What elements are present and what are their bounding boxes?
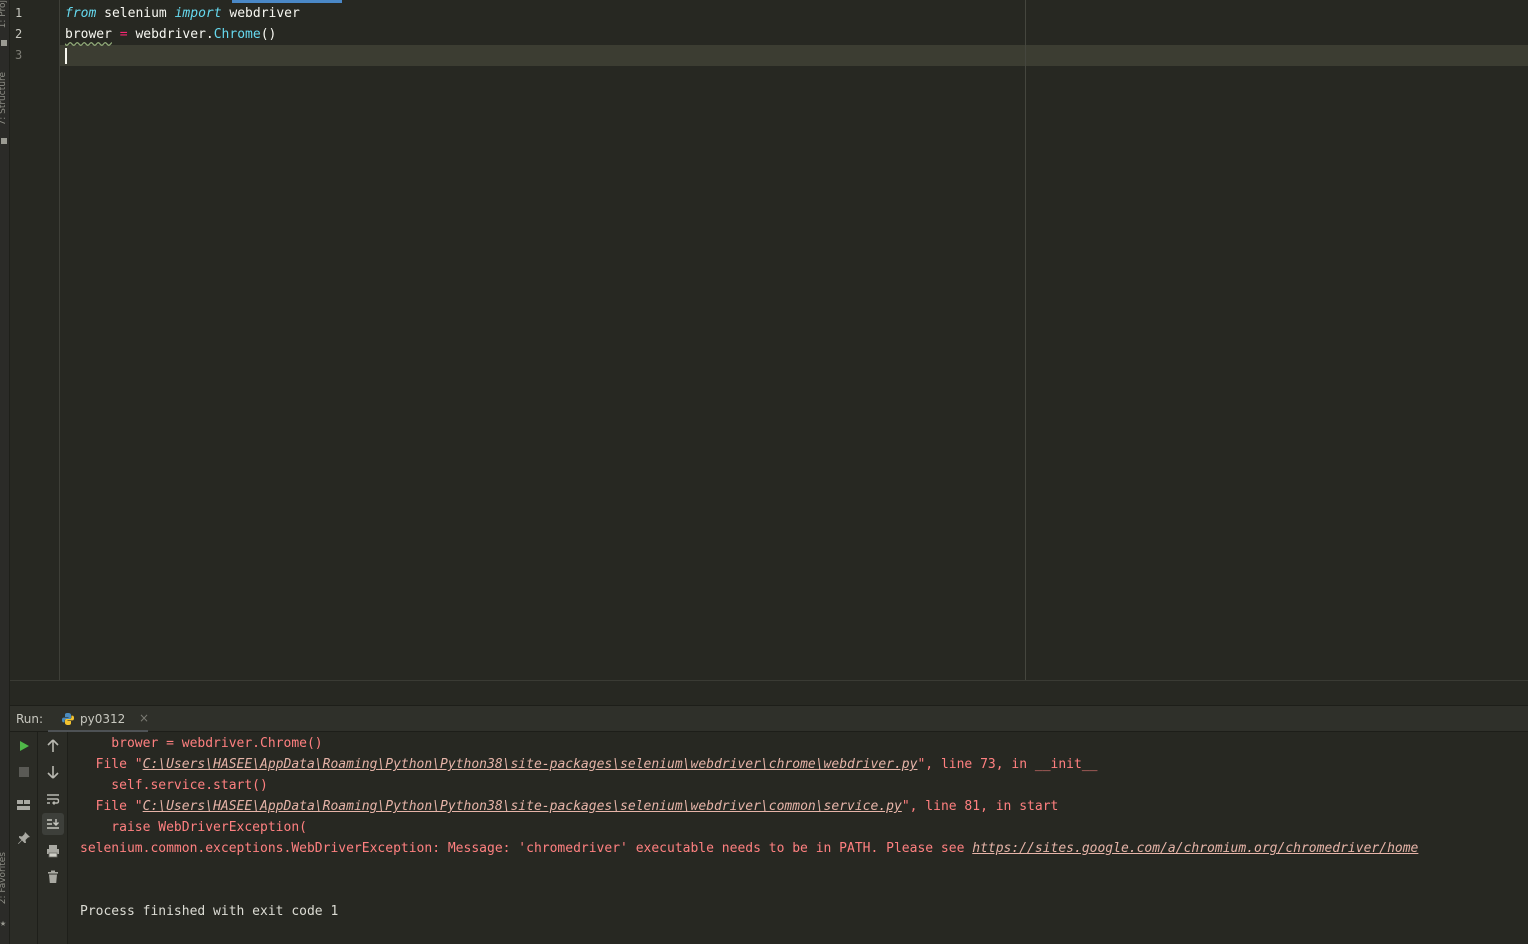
keyword-import: import	[174, 6, 222, 21]
current-line-highlight	[60, 45, 1528, 66]
module-name: selenium	[104, 6, 167, 21]
print-icon[interactable]	[42, 840, 64, 862]
right-margin-guide	[1025, 0, 1026, 680]
favorites-star-icon[interactable]: ★	[0, 918, 6, 929]
code-line-1[interactable]: from selenium import webdriver	[65, 3, 300, 24]
line-number: 3	[15, 48, 23, 62]
keyword-from: from	[65, 6, 97, 21]
code-line-2[interactable]: brower = webdriver.Chrome()	[65, 24, 276, 45]
console-error-line: selenium.common.exceptions.WebDriverExce…	[80, 841, 1419, 856]
left-tool-strip: 1: Proj 7: Structure 2: Favorites ★	[0, 0, 10, 944]
import-name: webdriver	[229, 6, 300, 21]
line-number: 1	[15, 6, 23, 20]
console-line: self.service.start()	[80, 778, 268, 793]
structure-tool-icon[interactable]	[1, 138, 7, 144]
pin-icon[interactable]	[13, 827, 35, 849]
chromedriver-help-link[interactable]: https://sites.google.com/a/chromium.org/…	[972, 841, 1418, 856]
text-caret	[65, 48, 67, 64]
stop-icon[interactable]	[13, 761, 35, 783]
run-icon[interactable]	[13, 735, 35, 757]
code-editor[interactable]: 1 2 3 from selenium import webdriver bro…	[10, 0, 1528, 705]
run-toolbar-secondary	[38, 732, 68, 944]
console-line: File "C:\Users\HASEE\AppData\Roaming\Pyt…	[80, 757, 1098, 772]
run-toolbar-primary	[10, 732, 38, 944]
layout-icon[interactable]	[13, 794, 35, 816]
line-number-gutter: 1 2 3	[10, 0, 60, 680]
run-panel-header: Run: py0312 ×	[10, 705, 1528, 733]
arrow-up-icon[interactable]	[42, 735, 64, 757]
arrow-down-icon[interactable]	[42, 761, 64, 783]
close-icon[interactable]: ×	[139, 711, 149, 725]
console-line: brower = webdriver.Chrome()	[80, 736, 323, 751]
file-path-link[interactable]: C:\Users\HASEE\AppData\Roaming\Python\Py…	[143, 757, 918, 772]
python-icon	[62, 713, 74, 725]
run-tab[interactable]: py0312 ×	[48, 706, 149, 733]
editor-bottom-bar	[10, 680, 1528, 705]
line-number: 2	[15, 27, 23, 41]
console-output[interactable]: brower = webdriver.Chrome() File "C:\Use…	[68, 732, 1528, 944]
file-path-link[interactable]: C:\Users\HASEE\AppData\Roaming\Python\Py…	[143, 799, 902, 814]
trash-icon[interactable]	[42, 866, 64, 888]
call-parens: ()	[260, 27, 277, 42]
soft-wrap-icon[interactable]	[42, 788, 64, 810]
exit-message: Process finished with exit code 1	[80, 904, 339, 919]
structure-tool-label[interactable]: 7: Structure	[0, 72, 8, 126]
object-ref: webdriver.	[135, 27, 214, 42]
assign-operator: =	[119, 27, 128, 42]
run-label: Run:	[16, 712, 44, 726]
variable-name: brower	[65, 27, 112, 42]
favorites-tool-label[interactable]: 2: Favorites	[0, 852, 8, 904]
scroll-to-end-icon[interactable]	[42, 813, 64, 835]
project-tool-icon[interactable]	[1, 40, 7, 46]
console-line: File "C:\Users\HASEE\AppData\Roaming\Pyt…	[80, 799, 1059, 814]
class-name: Chrome	[213, 27, 261, 42]
project-tool-label[interactable]: 1: Proj	[0, 0, 8, 28]
console-line: raise WebDriverException(	[80, 820, 307, 835]
run-tab-name: py0312	[80, 712, 126, 726]
